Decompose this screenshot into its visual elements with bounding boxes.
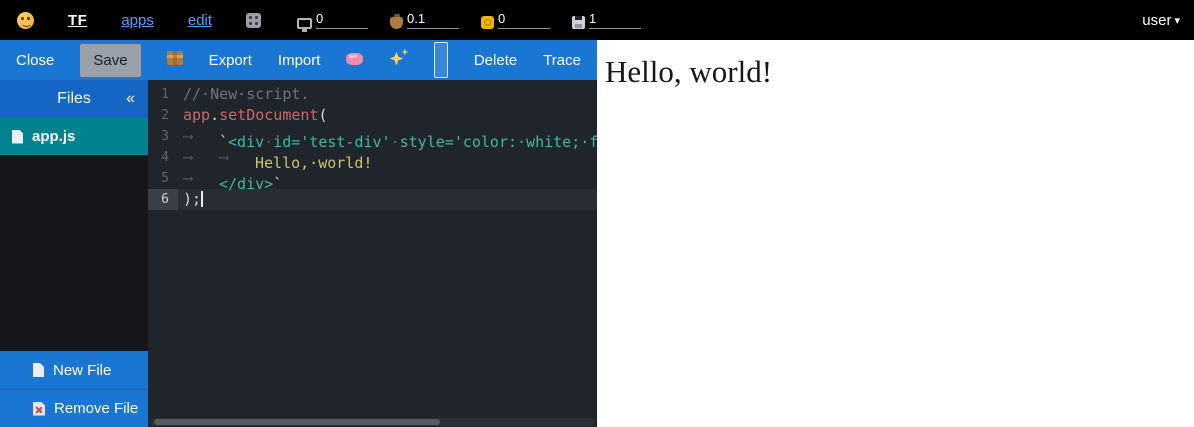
editor-app: Close Save Export Import Delete Trace Fi… [0,40,597,427]
line-number: 2 [148,105,178,126]
code-line[interactable]: 6); [148,189,597,210]
scrollbar-thumb[interactable] [154,419,440,425]
stat-coin: 0 [481,11,550,29]
code-text: ⟶`<div·id='test-div'·style='color:·white… [178,126,597,147]
export-button[interactable]: Export [209,52,252,69]
horizontal-scrollbar[interactable] [150,418,595,426]
remove-file-icon [33,402,45,416]
code-lines: 1//·New·script.2app.setDocument(3⟶`<div·… [148,84,597,210]
code-token: app [183,106,210,124]
line-number: 1 [148,84,178,105]
stat-pouch: 0.1 [390,11,459,29]
file-item-appjs[interactable]: app.js [0,118,148,155]
import-button[interactable]: Import [278,52,321,69]
top-bar: TF apps edit 0 0.1 0 1 user▾ [0,0,1194,40]
new-file-icon [33,363,44,377]
stat-value: 0 [316,11,323,26]
smiley-icon[interactable] [17,12,34,29]
code-token: style= [400,133,454,151]
monitor-icon [297,18,312,29]
pouch-icon [390,17,403,29]
close-button[interactable]: Close [16,52,54,69]
code-token: setDocument [219,106,318,124]
code-token: · [391,133,400,151]
package-icon [167,51,183,65]
user-menu[interactable]: user▾ [1142,12,1180,29]
line-number: 6 [148,189,178,210]
collapse-sidebar-icon[interactable]: « [126,90,135,108]
app-window: TF apps edit 0 0.1 0 1 user▾ [0,0,1194,427]
code-token: ( [318,106,327,124]
stat-value: 0 [498,11,505,26]
code-text: ); [178,189,203,210]
floppy-icon [572,16,585,29]
code-text: app.setDocument( [178,105,328,126]
package-button[interactable] [167,51,183,69]
files-header-label: Files [57,90,91,108]
stat-floppy: 1 [572,11,641,29]
user-label: user [1142,12,1171,29]
delete-button[interactable]: Delete [474,52,517,69]
top-bar-left: TF apps edit [17,12,261,29]
code-token: ⟶ [183,168,219,189]
code-token: </div> [219,175,273,193]
line-number: 5 [148,168,178,189]
chevron-down-icon: ▾ [1174,14,1180,27]
preview-text: Hello, world! [605,54,1186,90]
sidebar-empty-space [0,155,148,351]
code-token: ⟶ [183,126,219,147]
stat-value: 0.1 [407,11,425,26]
remove-file-button[interactable]: Remove File [0,389,148,427]
code-editor[interactable]: 1//·New·script.2app.setDocument(3⟶`<div·… [148,80,597,427]
line-number: 3 [148,126,178,147]
code-token: . [210,106,219,124]
code-token: ` [273,175,282,193]
code-line[interactable]: 5⟶</div>` [148,168,597,189]
file-sidebar: Files « app.js New File Remove File [0,80,148,427]
code-token: ⟶ [183,147,219,168]
sparkles-button[interactable] [389,49,408,72]
files-header: Files « [0,80,148,118]
code-token: //·New·script. [183,85,309,103]
code-line[interactable]: 3⟶`<div·id='test-div'·style='color:·whit… [148,126,597,147]
app-body: Files « app.js New File Remove File [0,80,597,427]
coin-icon [481,16,494,29]
file-name: app.js [32,128,75,145]
stat-underline: 1 [589,11,641,29]
blank-button[interactable] [434,42,447,78]
preview-pane: Hello, world! [597,40,1194,427]
main-area: Close Save Export Import Delete Trace Fi… [0,40,1194,427]
remove-file-label: Remove File [54,400,138,417]
new-file-button[interactable]: New File [0,351,148,389]
editor-toolbar: Close Save Export Import Delete Trace [0,40,597,80]
stat-monitor: 0 [297,11,368,29]
code-line[interactable]: 1 //·New·script. [148,84,597,105]
code-token: ); [183,190,201,208]
code-text: ⟶</div>` [178,168,282,189]
eraser-icon [346,53,363,65]
line-number: 4 [148,147,178,168]
stat-underline: 0 [498,11,550,29]
trace-button[interactable]: Trace [543,52,581,69]
stat-value: 1 [589,11,596,26]
code-token: 'color:·white;·f [454,133,597,151]
nav-link-apps[interactable]: apps [121,12,154,29]
stat-underline: 0 [316,11,368,29]
brand-link[interactable]: TF [68,12,87,29]
text-cursor [201,191,203,207]
save-button[interactable]: Save [80,44,140,77]
code-text: //·New·script. [178,84,309,105]
stats-group: 0 0.1 0 1 [297,11,641,29]
eraser-button[interactable] [346,52,363,69]
stat-underline: 0.1 [407,11,459,29]
new-file-label: New File [53,362,111,379]
code-line[interactable]: 2app.setDocument( [148,105,597,126]
sparkles-icon [389,49,408,68]
code-token: ⟶ [219,147,255,168]
nav-link-edit[interactable]: edit [188,12,212,29]
file-icon [12,130,23,144]
code-text: ⟶⟶Hello,·world! [178,147,372,168]
dice-icon[interactable] [246,13,261,28]
